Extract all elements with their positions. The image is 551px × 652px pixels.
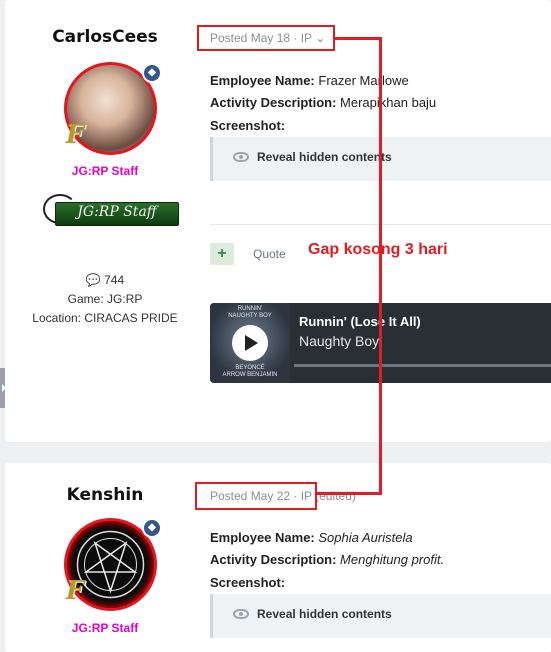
- album-cover: RUNNIN' NAUGHTY BOY BEYONCÉ ARROW BENJAM…: [210, 303, 290, 383]
- location-info: Location: CIRACAS PRIDE: [32, 311, 178, 325]
- play-icon[interactable]: [232, 325, 268, 361]
- comment-icon: 💬: [85, 273, 101, 287]
- track-artist[interactable]: Naughty Boy: [299, 333, 379, 349]
- post-content: Posted May 18 · IP ⌄ Employee Name: Fraz…: [205, 0, 551, 442]
- annotation-label: Gap kosong 3 hari: [308, 241, 448, 258]
- author-username[interactable]: Kenshin: [5, 485, 205, 505]
- rank-badge-icon: F: [65, 576, 85, 606]
- quote-button[interactable]: Quote: [253, 247, 286, 261]
- eye-icon: [233, 152, 249, 162]
- highlight-box-may18: [197, 25, 335, 51]
- staff-banner: JG:RP Staff: [43, 194, 181, 238]
- rank-label: JG:RP Staff: [71, 164, 139, 178]
- add-reaction-button[interactable]: +: [210, 243, 234, 265]
- game-info: Game: JG:RP: [67, 292, 143, 306]
- annotation-line: [379, 37, 382, 494]
- comment-count: 💬 744: [85, 273, 125, 287]
- rank-badge-icon: F: [65, 120, 85, 150]
- track-title[interactable]: Runnin' (Lose It All): [299, 314, 421, 329]
- shield-icon: ◆: [142, 63, 162, 83]
- author-panel: CarlosCees ◆ F JG:RP Staff JG:RP Staff 💬…: [5, 0, 205, 442]
- activity-field: Activity Description: Menghitung profit.: [210, 552, 445, 567]
- shield-icon: ◆: [142, 518, 162, 538]
- progress-bar[interactable]: [294, 364, 551, 367]
- author-meta: 💬 744 Game: JG:RP Location: CIRACAS PRID…: [5, 271, 205, 328]
- screenshot-field: Screenshot:: [210, 575, 286, 590]
- employee-field: Employee Name: Sophia Auristela: [210, 530, 413, 545]
- annotation-line: [335, 37, 381, 40]
- post-carloscees: CarlosCees ◆ F JG:RP Staff JG:RP Staff 💬…: [5, 0, 551, 442]
- activity-field: Activity Description: Merapikhan baju: [210, 95, 437, 110]
- annotation-line: [317, 492, 382, 495]
- author-panel: Kenshin ◆ F JG:RP Staff: [5, 463, 205, 652]
- eye-icon: [233, 609, 249, 619]
- author-username[interactable]: CarlosCees: [5, 27, 205, 47]
- rank-label: JG:RP Staff: [71, 621, 139, 635]
- reveal-hidden-contents[interactable]: Reveal hidden contents: [210, 594, 551, 638]
- highlight-box-may22: [195, 482, 317, 510]
- screenshot-field: Screenshot:: [210, 118, 286, 133]
